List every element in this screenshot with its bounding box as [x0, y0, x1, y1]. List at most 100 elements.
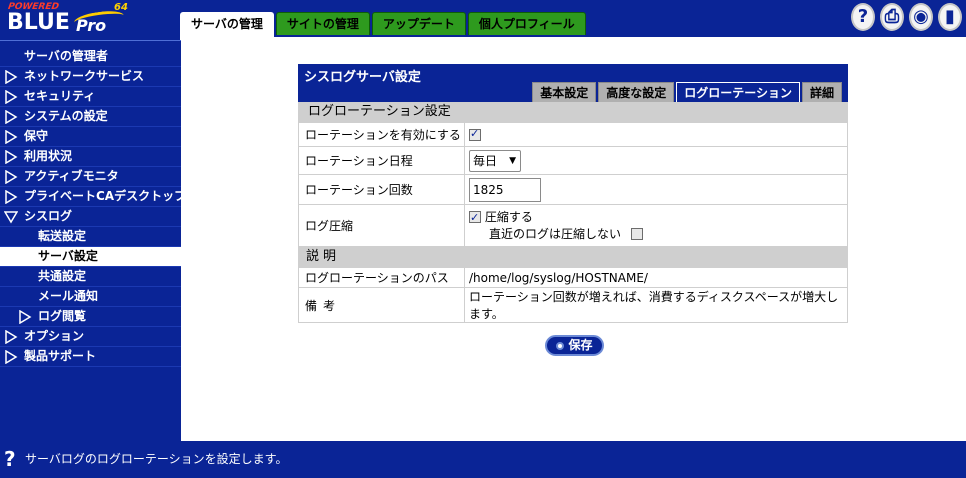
sidebar-item-private-ca[interactable]: プライベートCAデスクトップ [0, 187, 186, 207]
tab-update[interactable]: アップデート [371, 12, 466, 35]
row-label: ローテーションを有効にする [298, 122, 465, 147]
panel-header: シスログサーバ設定 基本設定 高度な設定 ログローテーション 詳細 [298, 64, 848, 102]
expand-right-icon [5, 170, 18, 184]
row-label: ローテーション日程 [298, 146, 465, 175]
expand-right-icon [5, 130, 18, 144]
row-label: ログローテーションのパス [298, 267, 465, 288]
expand-down-icon [4, 211, 18, 224]
rotation-count-input[interactable]: 1825 [469, 177, 541, 202]
sidebar-item-label: シスログ [24, 209, 73, 223]
sidebar-item-server-settings[interactable]: サーバ設定 [0, 247, 181, 267]
sidebar-item-server-admins[interactable]: サーバの管理者 [0, 47, 181, 67]
expand-right-icon [5, 190, 18, 204]
chevron-down-icon: ▼ [509, 155, 516, 166]
row-label: ログ圧縮 [298, 204, 465, 247]
save-button-label: 保存 [568, 338, 593, 352]
save-button[interactable]: 保存 [545, 335, 604, 356]
row-label: ローテーション回数 [298, 174, 465, 205]
sidebar-item-label: ネットワークサービス [24, 69, 145, 83]
rotation-path-value: /home/log/syslog/HOSTNAME/ [464, 267, 848, 288]
logo-version-text: 64 [114, 2, 128, 13]
tab-details[interactable]: 詳細 [801, 82, 842, 102]
expand-right-icon [5, 110, 18, 124]
sidebar-item-forward-settings[interactable]: 転送設定 [0, 227, 181, 247]
tab-server-admin[interactable]: サーバの管理 [180, 12, 274, 37]
sidebar-item-label: メール通知 [38, 289, 99, 303]
sidebar-item-label: アクティブモニタ [24, 169, 119, 183]
schedule-select-value: 毎日 [473, 153, 498, 168]
sidebar-item-label: 製品サポート [24, 349, 97, 363]
panel-tab-bar: 基本設定 高度な設定 ログローテーション 詳細 [532, 82, 842, 102]
row-rotation-count: ローテーション回数 1825 [298, 174, 848, 205]
sidebar-item-usage[interactable]: 利用状況 [0, 147, 181, 167]
help-icon[interactable]: ? [851, 3, 875, 31]
sidebar-item-mail-notify[interactable]: メール通知 [0, 287, 181, 307]
sidebar-item-label: 転送設定 [38, 229, 87, 243]
schedule-select[interactable]: 毎日 ▼ [469, 149, 521, 172]
expand-right-icon [5, 90, 18, 104]
settings-panel: シスログサーバ設定 基本設定 高度な設定 ログローテーション 詳細 ログローテー… [298, 64, 848, 323]
description-table: ログローテーションのパス /home/log/syslog/HOSTNAME/ … [298, 267, 848, 323]
skip-recent-checkbox[interactable] [630, 228, 643, 240]
help-question-icon: ? [4, 447, 16, 471]
sidebar-item-label: 共通設定 [38, 269, 87, 283]
status-message: サーバログのログローテーションを設定します。 [25, 452, 288, 466]
sidebar-item-label: 保守 [24, 129, 49, 143]
sidebar-item-label: プライベートCAデスクトップ [24, 189, 187, 203]
tab-log-rotation[interactable]: ログローテーション [676, 82, 800, 102]
sidebar-item-network-services[interactable]: ネットワークサービス [0, 67, 181, 87]
status-bar: ? サーバログのログローテーションを設定します。 [0, 441, 966, 478]
sidebar-item-label: オプション [24, 329, 85, 343]
tab-underline [180, 37, 966, 40]
sidebar: サーバの管理者 ネットワークサービス セキュリティ システムの設定 保守 利用状… [0, 40, 186, 441]
sidebar-item-log-viewer[interactable]: ログ閲覧 [0, 307, 181, 327]
tab-site-admin[interactable]: サイトの管理 [275, 12, 370, 35]
logo-brand-text: BLUE [7, 10, 70, 35]
expand-right-icon [5, 70, 18, 84]
save-bullet-icon [556, 342, 565, 350]
enable-rotation-checkbox[interactable] [469, 127, 481, 141]
row-rotation-schedule: ローテーション日程 毎日 ▼ [298, 146, 848, 175]
row-remarks: 備考 ローテーション回数が増えれば、消費するディスクスペースが増大します。 [298, 287, 848, 323]
sidebar-item-common-settings[interactable]: 共通設定 [0, 267, 181, 287]
panel-title: シスログサーバ設定 [304, 70, 421, 85]
sidebar-item-active-monitor[interactable]: アクティブモニタ [0, 167, 181, 187]
expand-right-icon [19, 310, 32, 324]
tab-advanced-settings[interactable]: 高度な設定 [598, 82, 675, 102]
top-tab-bar: サーバの管理 サイトの管理 アップデート 個人プロフィール [180, 12, 586, 37]
sidebar-item-label: ログ閲覧 [38, 309, 87, 323]
compress-label: 圧縮する [484, 209, 533, 224]
logo-pro-text: Pro [76, 16, 107, 35]
sidebar-item-security[interactable]: セキュリティ [0, 87, 181, 107]
description-title: 説明 [298, 247, 848, 267]
row-enable-rotation: ローテーションを有効にする [298, 122, 848, 147]
tab-profile[interactable]: 個人プロフィール [467, 12, 586, 35]
sidebar-item-label: サーバの管理者 [24, 49, 108, 63]
expand-right-icon [5, 150, 18, 164]
row-label: 備考 [298, 287, 465, 323]
row-log-compress: ログ圧縮 圧縮する 直近のログは圧縮しない [298, 204, 848, 247]
expand-right-icon [5, 350, 18, 364]
remarks-value: ローテーション回数が増えれば、消費するディスクスペースが増大します。 [464, 287, 848, 323]
sidebar-item-syslog[interactable]: シスログ [0, 207, 181, 227]
compress-checkbox[interactable] [469, 209, 481, 226]
sidebar-item-maintenance[interactable]: 保守 [0, 127, 181, 147]
expand-right-icon [5, 330, 18, 344]
logout-icon[interactable]: ▮ [938, 3, 962, 31]
rotation-settings-table: ローテーションを有効にする ローテーション日程 毎日 ▼ ローテーション回数 1… [298, 122, 848, 247]
row-rotation-path: ログローテーションのパス /home/log/syslog/HOSTNAME/ [298, 267, 848, 288]
document-icon[interactable]: ⎙ [880, 3, 904, 31]
top-icon-group: ? ⎙ ◉ ▮ [851, 3, 962, 31]
sidebar-item-label: システムの設定 [24, 109, 108, 123]
brand-logo: POWERED BLUE Pro 64 [4, 2, 154, 38]
top-bar: POWERED BLUE Pro 64 サーバの管理 サイトの管理 アップデート… [0, 0, 966, 40]
sidebar-item-label: セキュリティ [24, 89, 96, 103]
eye-icon[interactable]: ◉ [909, 3, 933, 31]
sidebar-item-system-settings[interactable]: システムの設定 [0, 107, 181, 127]
skip-recent-label: 直近のログは圧縮しない [489, 226, 622, 241]
sidebar-item-options[interactable]: オプション [0, 327, 181, 347]
tab-basic-settings[interactable]: 基本設定 [532, 82, 597, 102]
sidebar-item-product-support[interactable]: 製品サポート [0, 347, 181, 367]
sidebar-item-label: サーバ設定 [38, 249, 98, 263]
section-title: ログローテーション設定 [298, 102, 848, 122]
